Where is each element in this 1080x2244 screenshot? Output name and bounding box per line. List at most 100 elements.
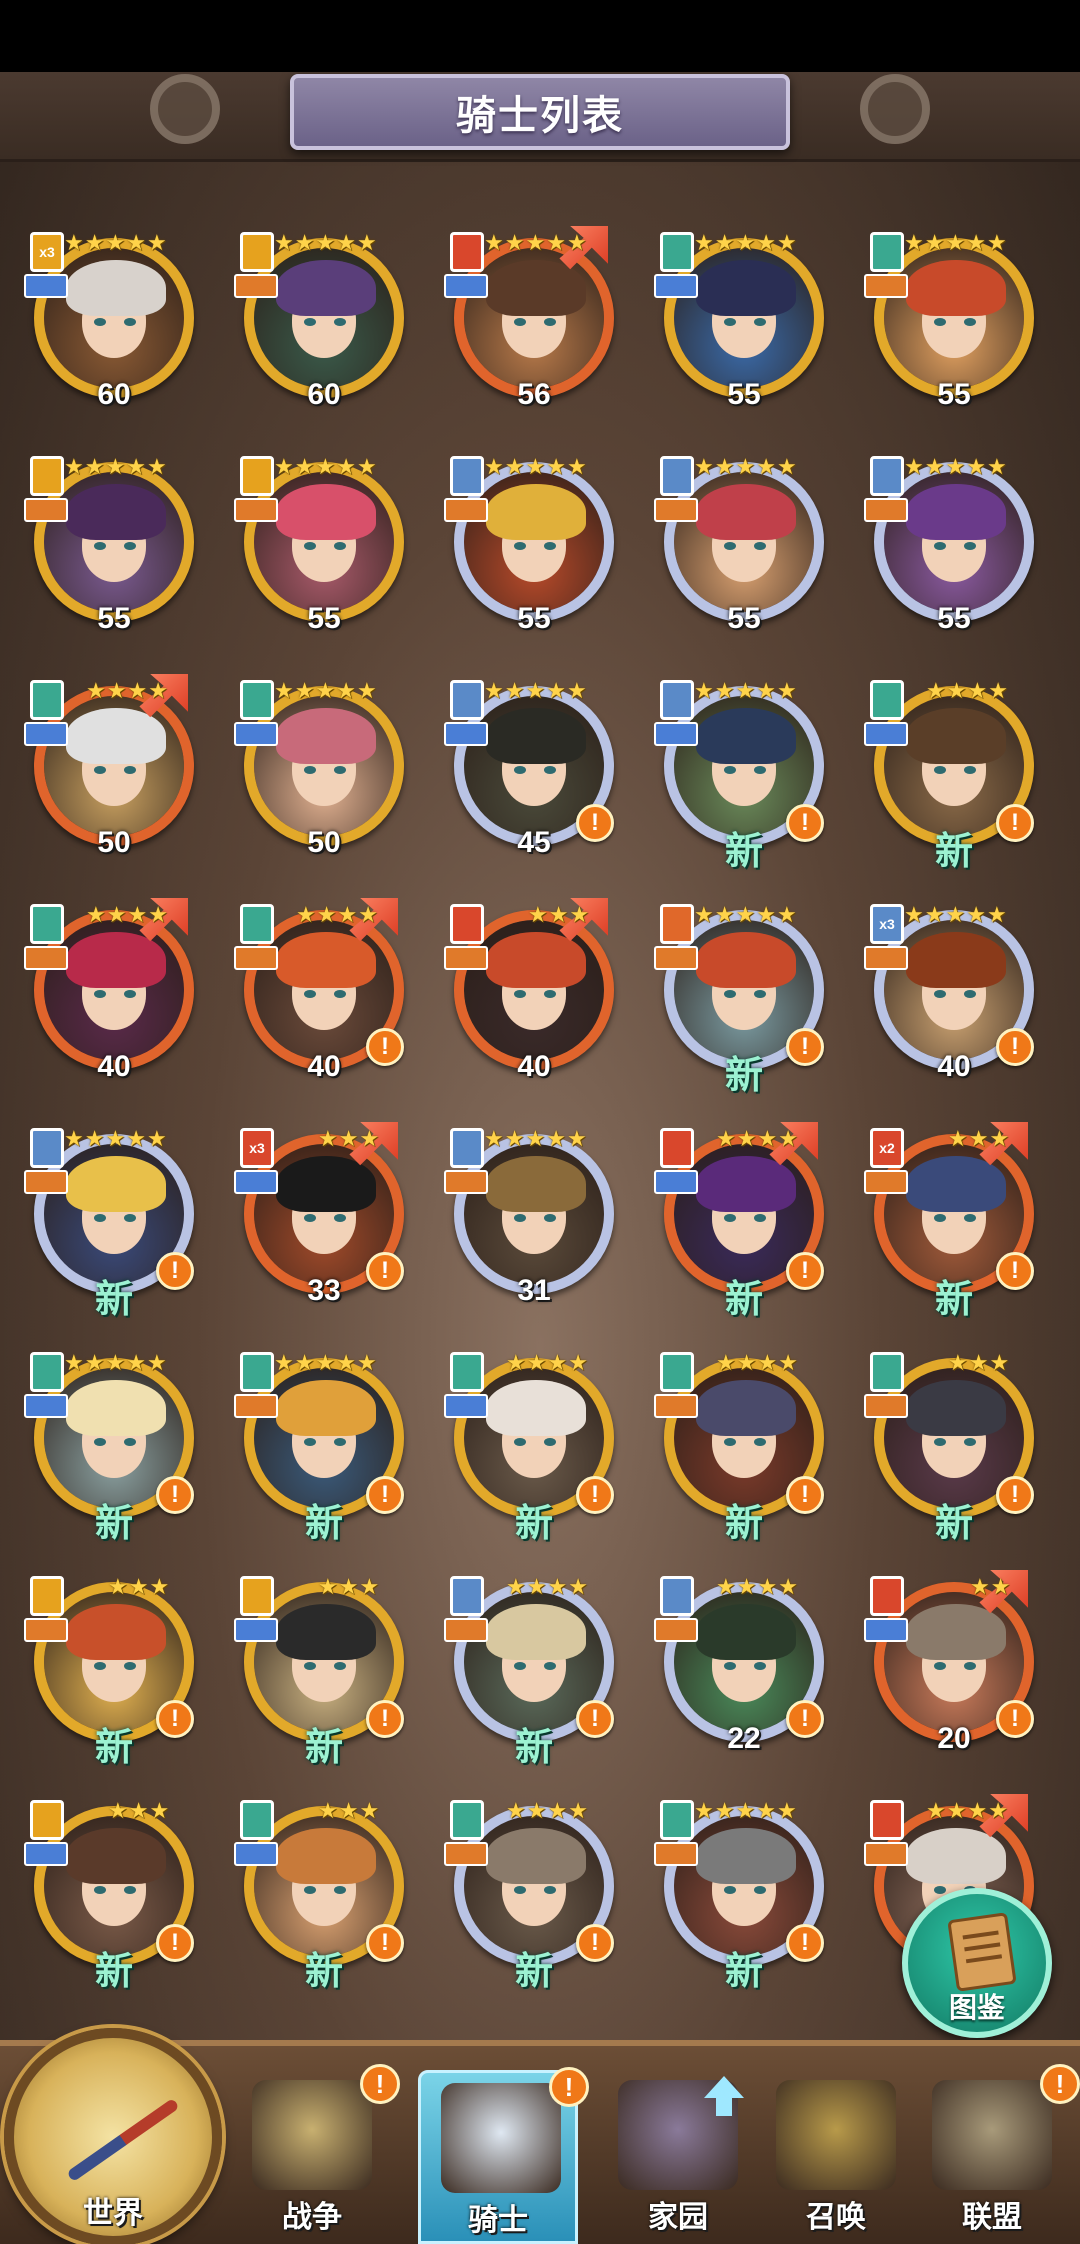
knight-card[interactable]: ★ ★ ★ ★ ★ x3 40! [864,900,1044,1100]
knight-card[interactable]: ★ ★ ★ ★ 新! [444,1572,624,1772]
knight-card[interactable]: ★ ★ ★ ★ ★ 31 [444,1124,624,1324]
star-icon: ★ [294,230,315,255]
knight-card[interactable]: ★ ★ ★ ★ ★ 新! [24,1348,204,1548]
knight-card[interactable]: ★ ★ ★ ★ 50 [24,674,204,876]
knight-eye [94,990,106,998]
nav-tab-knight[interactable]: 骑士! [418,2067,589,2244]
knight-eye [724,1662,736,1670]
knight-card[interactable]: ★ ★ ★ ★ 新! [654,1122,834,1324]
knight-card[interactable]: ★ ★ ★ ★ 40! [234,898,414,1100]
star-rating: ★ ★ ★ ★ ★ [484,454,587,480]
star-icon: ★ [64,1350,84,1375]
knight-class-badge: x3 [870,904,904,944]
knight-card[interactable]: ★ ★ ★ ★ ★ 55 [864,228,1044,428]
knight-portrait [464,472,604,612]
alert-icon: ! [996,1700,1034,1738]
knight-card[interactable]: ★ ★ ★ ★ ★ 55 [444,452,624,652]
knight-card[interactable]: ★ ★ ★ ★ ★ 55 [654,452,834,652]
knight-card[interactable]: ★ ★ ★ ★ 22! [654,1572,834,1772]
knight-card[interactable]: ★ ★ ★ 新! [234,1796,414,1996]
knight-portrait [44,472,184,612]
knight-eye [544,318,556,326]
knight-role-badge [444,722,488,746]
knight-card[interactable]: ★ ★ ★ 新! [234,1572,414,1772]
star-icon: ★ [968,1350,989,1375]
knight-card[interactable]: ★ ★ ★ ★ ★ 新! [234,1348,414,1548]
world-compass-button[interactable]: 世界 [4,2028,222,2244]
knight-card[interactable]: ★ ★ ★ ★ ★ 新! [654,900,834,1100]
knight-card[interactable]: ★ ★ ★ ★ 新! [864,676,1044,876]
knight-card[interactable]: ★ ★ ★ ★ ★ 56 [444,226,624,428]
star-icon: ★ [547,1798,568,1823]
alert-icon: ! [786,1924,824,1962]
star-icon: ★ [316,902,337,927]
knight-class-badge [240,456,274,496]
knight-card[interactable]: ★ ★ ★ ★ 40 [24,898,204,1100]
page-title-banner: 骑士列表 [290,74,790,150]
knight-card[interactable]: ★ ★ ★ ★ ★ 45! [444,676,624,876]
knight-eye [724,318,736,326]
star-icon: ★ [318,1126,338,1151]
knight-card[interactable]: ★ ★ ★ ★ 新! [444,1348,624,1548]
knight-card[interactable]: ★ ★ ★ ★ ★ 55 [24,452,204,652]
knight-card[interactable]: ★ ★ ★ 新! [24,1796,204,1996]
knight-card[interactable]: ★ ★ ★ ★ ★ 新! [654,1796,834,1996]
knight-card[interactable]: ★ ★ ★ ★ ★ 新! [24,1124,204,1324]
knight-eye [94,1214,106,1222]
star-rating: ★ ★ ★ ★ ★ [904,454,1007,480]
nav-tab-train[interactable]: 召唤 [756,2070,916,2244]
knight-card[interactable]: ★ ★ ★ ★ ★ x3 60 [24,228,204,428]
alert-icon: ! [996,1028,1034,1066]
star-icon: ★ [86,902,106,927]
knight-card[interactable]: ★ ★ ★ ★ ★ 55 [864,452,1044,652]
knight-role-badge [654,722,698,746]
knight-eye [514,766,526,774]
star-icon: ★ [945,454,966,479]
knight-eye [754,990,766,998]
knight-card[interactable]: ★ ★ ★ ★ ★ 新! [654,676,834,876]
knight-class-badge [870,1800,904,1840]
castle-icon [932,2080,1052,2190]
nav-tab-map[interactable]: 战争! [232,2064,400,2244]
star-icon: ★ [756,230,776,255]
knight-portrait [674,472,814,612]
star-icon: ★ [945,902,966,927]
knight-card[interactable]: ★ ★ ★ ★ ★ 55 [654,228,834,428]
knight-level: 31 [517,1274,551,1307]
star-icon: ★ [84,1126,105,1151]
knight-hair [696,260,796,316]
knight-portrait [464,1144,604,1284]
star-icon: ★ [484,230,504,255]
knight-card[interactable]: ★ ★ ★ ★ 新! [654,1348,834,1548]
star-rating: ★ ★ ★ ★ ★ [64,454,167,480]
knight-class-badge: x3 [30,232,64,272]
knight-eye [544,766,556,774]
knight-card[interactable]: ★ ★ ★ ★ ★ 50 [234,676,414,876]
knight-class-badge [450,904,484,944]
star-icon: ★ [546,678,566,703]
nav-tab-castle[interactable]: 联盟! [912,2064,1080,2244]
star-icon: ★ [148,902,168,927]
knight-role-badge [444,946,488,970]
alert-icon: ! [156,1924,194,1962]
knight-eye [544,990,556,998]
knight-card[interactable]: ★ ★ ★ x3 33! [234,1122,414,1324]
star-icon: ★ [566,1126,587,1151]
knight-card[interactable]: ★ ★ ★ ★ 新! [444,1796,624,1996]
alert-icon: ! [366,1028,404,1066]
knight-class-badge [30,1128,64,1168]
knight-card[interactable]: ★ ★ ★ 新! [864,1348,1044,1548]
star-rating: ★ ★ ★ [318,1574,379,1600]
status-bar [0,0,1080,72]
knight-card[interactable]: ★ ★ 20! [864,1570,1044,1772]
knight-card[interactable]: ★ ★ ★ ★ ★ 60 [234,228,414,428]
knight-card[interactable]: ★ ★ ★ 40 [444,898,624,1100]
star-icon: ★ [274,678,294,703]
knight-card[interactable]: ★ ★ ★ 新! [24,1572,204,1772]
knight-card[interactable]: ★ ★ ★ ★ ★ 55 [234,452,414,652]
dex-button[interactable]: 图鉴 [902,1888,1052,2038]
knight-hair [696,708,796,764]
nav-tab-label: 家园 [648,2201,708,2234]
knight-eye [964,1214,976,1222]
knight-card[interactable]: ★ ★ ★ x2 新! [864,1122,1044,1324]
